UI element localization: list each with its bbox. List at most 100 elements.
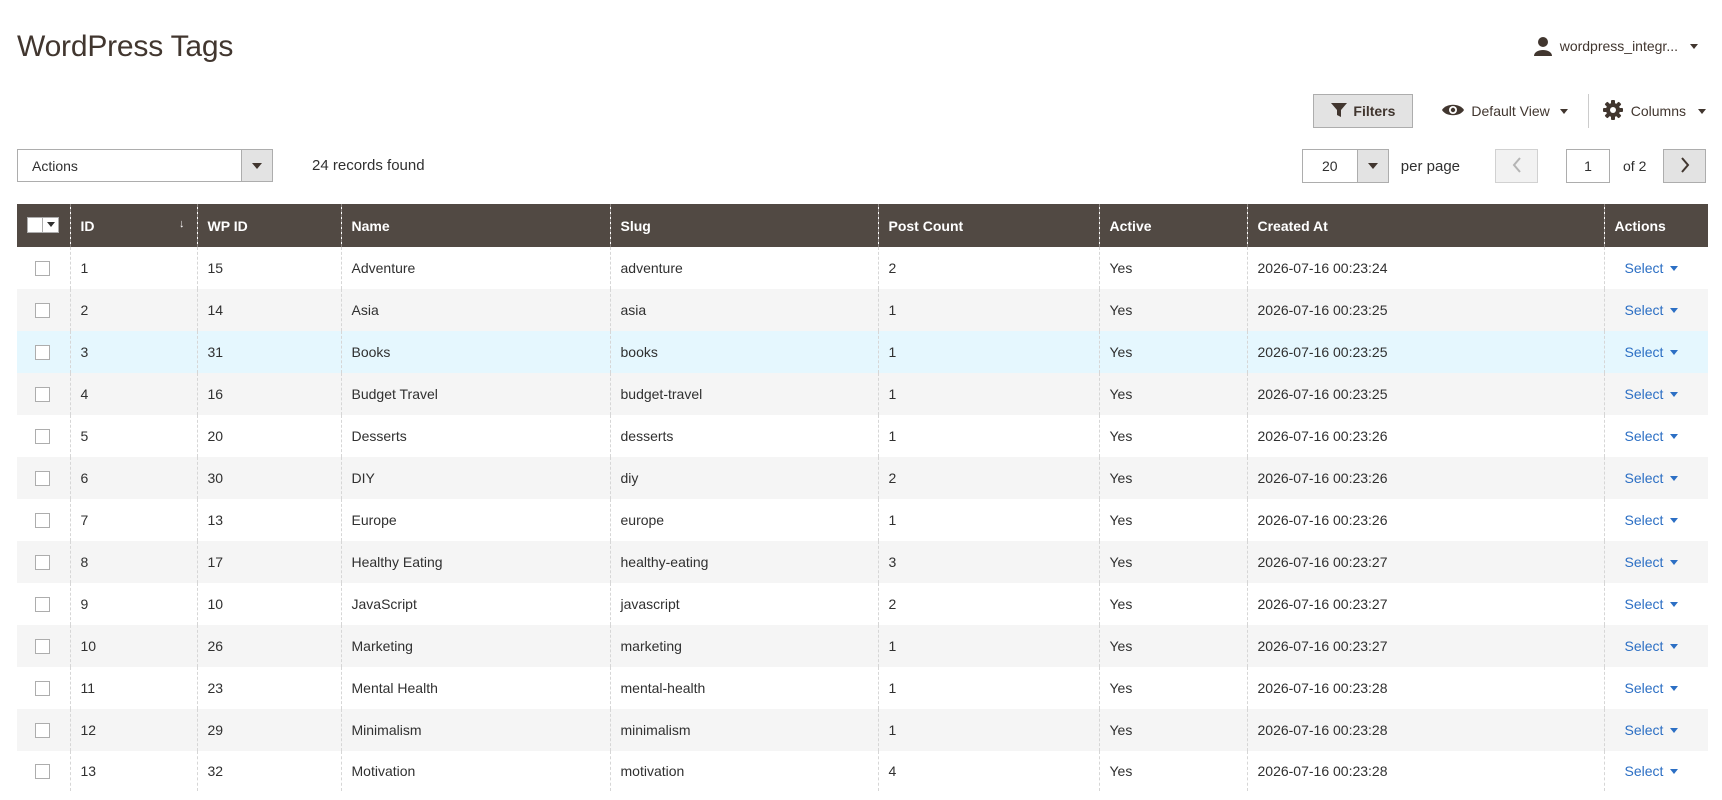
columns-label: Columns <box>1630 103 1686 119</box>
cell-post-count: 1 <box>877 499 1099 541</box>
column-header-created-at[interactable]: Created At <box>1246 204 1604 247</box>
cell-slug: adventure <box>609 247 878 289</box>
table-row[interactable]: 2 14 Asia asia 1 Yes 2026-07-16 00:23:25 Select <box>17 289 1708 331</box>
row-checkbox[interactable] <box>35 386 50 402</box>
row-actions-label: Select <box>1624 638 1664 654</box>
row-checkbox[interactable] <box>35 344 50 360</box>
cell-actions: Select <box>1603 583 1708 625</box>
cell-id: 7 <box>69 499 197 541</box>
row-actions-select[interactable]: Select <box>1625 344 1679 360</box>
chevron-down-icon <box>1670 559 1679 565</box>
cell-id: 10 <box>69 625 197 667</box>
column-header-post-count[interactable]: Post Count <box>877 204 1099 247</box>
row-actions-select[interactable]: Select <box>1625 260 1679 276</box>
table-row[interactable]: 10 26 Marketing marketing 1 Yes 2026-07-16 00:… <box>17 625 1708 667</box>
row-actions-select[interactable]: Select <box>1625 763 1679 779</box>
cell-id: 8 <box>69 541 197 583</box>
per-page-toggle[interactable] <box>1356 150 1388 182</box>
user-account-menu[interactable]: wordpress_integr... <box>1533 36 1698 56</box>
cell-actions: Select <box>1603 457 1708 499</box>
table-row[interactable]: 1 15 Adventure adventure 2 Yes 2026-07-16 00:2… <box>17 247 1708 289</box>
cell-active: Yes <box>1098 247 1247 289</box>
cell-id: 1 <box>69 247 197 289</box>
row-checkbox[interactable] <box>35 470 50 486</box>
cell-name: DIY <box>340 457 610 499</box>
row-actions-select[interactable]: Select <box>1625 512 1679 528</box>
per-page-select[interactable]: 20 <box>1301 149 1389 183</box>
table-row[interactable]: 7 13 Europe europe 1 Yes 2026-07-16 00:23:26 Se… <box>17 499 1708 541</box>
column-header-active[interactable]: Active <box>1098 204 1247 247</box>
chevron-down-icon <box>1670 517 1679 523</box>
row-actions-label: Select <box>1624 722 1664 738</box>
table-row[interactable]: 6 30 DIY diy 2 Yes 2026-07-16 00:23:26 Select <box>17 457 1708 499</box>
mass-actions-dropdown[interactable]: Actions <box>17 149 273 182</box>
cell-created-at: 2026-07-16 00:23:28 <box>1246 751 1604 791</box>
cell-wp-id: 30 <box>196 457 341 499</box>
next-page-button[interactable] <box>1663 149 1706 183</box>
row-actions-select[interactable]: Select <box>1625 638 1679 654</box>
cell-id: 11 <box>69 667 197 709</box>
row-actions-select[interactable]: Select <box>1625 386 1679 402</box>
cell-created-at: 2026-07-16 00:23:27 <box>1246 625 1604 667</box>
cell-select <box>17 667 70 709</box>
row-actions-select[interactable]: Select <box>1625 554 1679 570</box>
table-row[interactable]: 11 23 Mental Health mental-health 1 Yes 2026-0… <box>17 667 1708 709</box>
column-header-wp-id[interactable]: WP ID <box>196 204 341 247</box>
table-row[interactable]: 8 17 Healthy Eating healthy-eating 3 Yes 2026-… <box>17 541 1708 583</box>
chevron-down-icon <box>1367 163 1378 169</box>
cell-created-at: 2026-07-16 00:23:27 <box>1246 541 1604 583</box>
cell-actions: Select <box>1603 541 1708 583</box>
row-actions-select[interactable]: Select <box>1625 470 1679 486</box>
cell-active: Yes <box>1098 583 1247 625</box>
row-actions-select[interactable]: Select <box>1625 680 1679 696</box>
filters-button[interactable]: Filters <box>1313 94 1414 128</box>
row-checkbox[interactable] <box>35 428 50 444</box>
columns-button[interactable]: Columns <box>1602 99 1706 123</box>
row-actions-select[interactable]: Select <box>1625 302 1679 318</box>
cell-post-count: 1 <box>877 667 1099 709</box>
table-row[interactable]: 5 20 Desserts desserts 1 Yes 2026-07-16 00:23:… <box>17 415 1708 457</box>
previous-page-button[interactable] <box>1495 149 1538 183</box>
column-header-slug[interactable]: Slug <box>609 204 878 247</box>
cell-active: Yes <box>1098 667 1247 709</box>
eye-icon <box>1441 103 1465 120</box>
table-row[interactable]: 13 32 Motivation motivation 4 Yes 2026-07-16 0… <box>17 751 1708 791</box>
table-row[interactable]: 9 10 JavaScript javascript 2 Yes 2026-07-16 00… <box>17 583 1708 625</box>
mass-select-checkbox[interactable] <box>27 216 59 233</box>
current-page-input[interactable]: 1 <box>1566 149 1610 183</box>
row-checkbox[interactable] <box>35 722 50 738</box>
cell-select <box>17 709 70 751</box>
row-actions-select[interactable]: Select <box>1625 596 1679 612</box>
dropdown-toggle[interactable] <box>241 150 272 181</box>
row-checkbox[interactable] <box>35 763 50 779</box>
table-row[interactable]: 3 31 Books books 1 Yes 2026-07-16 00:23:25 Sele… <box>17 331 1708 373</box>
chevron-down-icon <box>1670 601 1679 607</box>
cell-name: Asia <box>340 289 610 331</box>
cell-created-at: 2026-07-16 00:23:28 <box>1246 709 1604 751</box>
cell-wp-id: 32 <box>196 751 341 791</box>
sort-arrow-icon: ↓ <box>179 218 185 230</box>
row-checkbox[interactable] <box>35 680 50 696</box>
column-header-name[interactable]: Name <box>340 204 610 247</box>
cell-created-at: 2026-07-16 00:23:26 <box>1246 415 1604 457</box>
row-checkbox[interactable] <box>35 554 50 570</box>
row-checkbox[interactable] <box>35 596 50 612</box>
row-actions-label: Select <box>1624 554 1664 570</box>
row-actions-select[interactable]: Select <box>1625 428 1679 444</box>
cell-id: 12 <box>69 709 197 751</box>
cell-active: Yes <box>1098 499 1247 541</box>
cell-post-count: 1 <box>877 625 1099 667</box>
row-checkbox[interactable] <box>35 260 50 276</box>
column-header-id[interactable]: ID ↓ <box>69 204 197 247</box>
table-row[interactable]: 12 29 Minimalism minimalism 1 Yes 2026-07-16 0… <box>17 709 1708 751</box>
table-row[interactable]: 4 16 Budget Travel budget-travel 1 Yes 2026-07… <box>17 373 1708 415</box>
cell-wp-id: 15 <box>196 247 341 289</box>
cell-name: Mental Health <box>340 667 610 709</box>
row-checkbox[interactable] <box>35 302 50 318</box>
cell-post-count: 2 <box>877 247 1099 289</box>
cell-active: Yes <box>1098 541 1247 583</box>
row-actions-select[interactable]: Select <box>1625 722 1679 738</box>
row-checkbox[interactable] <box>35 638 50 654</box>
row-checkbox[interactable] <box>35 512 50 528</box>
default-view-button[interactable]: Default View <box>1441 94 1589 128</box>
